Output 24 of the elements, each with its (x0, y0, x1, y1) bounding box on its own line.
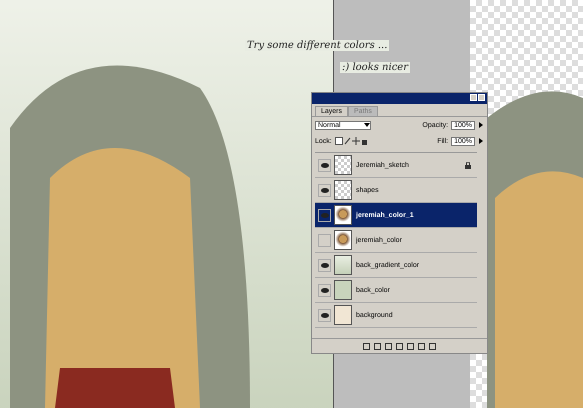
eye-icon (320, 288, 328, 292)
visibility-toggle[interactable] (318, 234, 331, 246)
layer-thumbnail (334, 230, 352, 250)
visibility-toggle[interactable] (318, 308, 331, 322)
layer-thumbnail (334, 155, 352, 175)
layer-thumbnail (334, 180, 352, 200)
visibility-toggle[interactable] (318, 208, 331, 222)
visibility-toggle[interactable] (318, 184, 331, 196)
visibility-toggle[interactable] (318, 158, 331, 172)
eye-icon (320, 188, 328, 192)
handwritten-note: Try some different colors ... (245, 40, 390, 51)
layer-thumbnail (334, 205, 352, 225)
layer-thumbnail (334, 255, 352, 275)
lock-options-icon[interactable] (334, 137, 367, 145)
handwritten-note: :) looks nicer (340, 62, 410, 73)
eye-icon (320, 162, 328, 168)
eye-icon (320, 312, 328, 318)
visibility-toggle[interactable] (318, 284, 331, 296)
eye-icon (320, 262, 328, 268)
layer-thumbnail (334, 280, 352, 300)
layer-thumbnail (334, 305, 352, 325)
visibility-toggle[interactable] (318, 258, 331, 272)
caret-icon (364, 122, 370, 128)
eye-icon (320, 212, 328, 218)
